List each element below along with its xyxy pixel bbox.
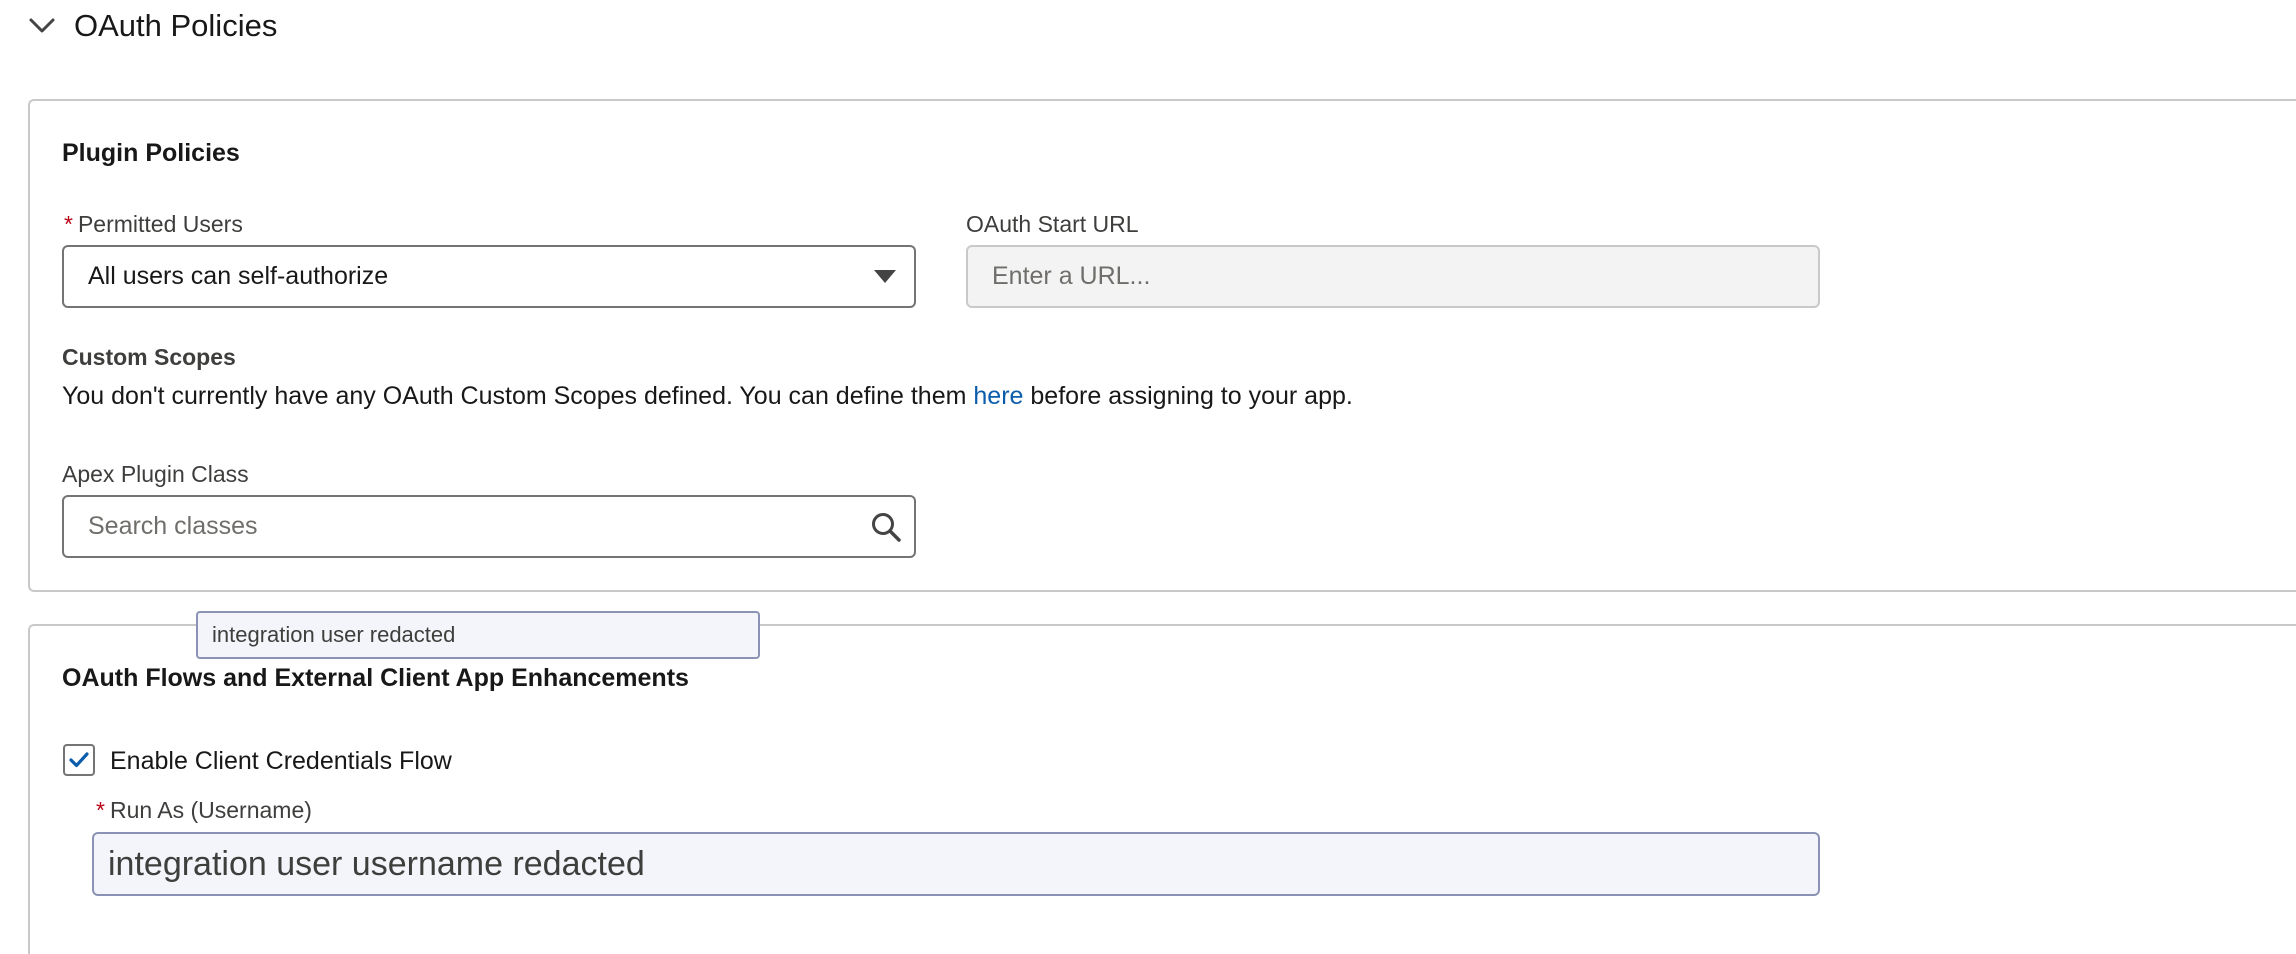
oauth-flows-title: OAuth Flows and External Client App Enha… bbox=[62, 664, 689, 692]
apex-plugin-class-placeholder: Search classes bbox=[88, 512, 258, 540]
username-tooltip: integration user redacted bbox=[196, 611, 760, 659]
section-header[interactable]: OAuth Policies bbox=[28, 4, 277, 48]
oauth-start-url-input[interactable]: Enter a URL... bbox=[966, 245, 1820, 308]
apex-plugin-class-label: Apex Plugin Class bbox=[62, 461, 249, 487]
required-marker: * bbox=[64, 211, 73, 237]
caret-down-icon bbox=[874, 269, 896, 284]
run-as-username-input[interactable]: integration user username redacted bbox=[92, 832, 1820, 896]
client-credentials-checkbox[interactable] bbox=[63, 744, 95, 776]
username-tooltip-text: integration user redacted bbox=[212, 622, 456, 647]
client-credentials-label[interactable]: Enable Client Credentials Flow bbox=[110, 747, 452, 776]
permitted-users-label: * Permitted Users bbox=[64, 211, 243, 237]
search-icon bbox=[870, 511, 902, 543]
oauth-policies-page: OAuth Policies Plugin Policies * Permitte… bbox=[0, 0, 2296, 954]
oauth-flows-card: OAuth Flows and External Client App Enha… bbox=[28, 624, 2296, 954]
plugin-policies-card: Plugin Policies * Permitted Users All use… bbox=[28, 99, 2296, 592]
oauth-start-url-placeholder: Enter a URL... bbox=[992, 262, 1151, 290]
custom-scopes-here-link[interactable]: here bbox=[973, 382, 1023, 410]
run-as-label: * Run As (Username) bbox=[96, 797, 312, 823]
apex-plugin-class-search[interactable]: Search classes bbox=[62, 495, 916, 558]
permitted-users-value: All users can self-authorize bbox=[88, 262, 389, 290]
plugin-policies-title: Plugin Policies bbox=[62, 139, 240, 167]
chevron-down-icon[interactable] bbox=[28, 12, 56, 40]
permitted-users-select[interactable]: All users can self-authorize bbox=[62, 245, 916, 308]
section-title: OAuth Policies bbox=[74, 8, 278, 43]
run-as-username-value: integration user username redacted bbox=[108, 844, 645, 883]
oauth-start-url-label: OAuth Start URL bbox=[966, 211, 1139, 237]
custom-scopes-text: You don't currently have any OAuth Custo… bbox=[62, 382, 1353, 410]
required-marker: * bbox=[96, 797, 105, 823]
checkmark-icon bbox=[69, 752, 89, 768]
custom-scopes-heading: Custom Scopes bbox=[62, 344, 236, 370]
